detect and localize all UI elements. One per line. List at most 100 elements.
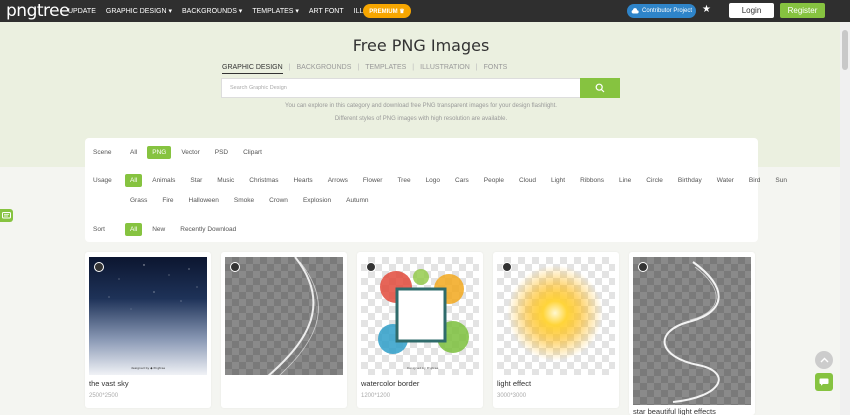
scene-option-all[interactable]: All (125, 146, 142, 159)
search-button[interactable] (580, 78, 620, 98)
tab-graphic-design[interactable]: GRAPHIC DESIGN (222, 64, 283, 74)
usage-option[interactable]: Circle (641, 174, 668, 187)
image-size: 1200*1200 (361, 393, 391, 399)
scrollbar-thumb[interactable] (842, 30, 848, 70)
usage-option[interactable]: Sun (770, 174, 792, 187)
usage-filter-row-2: Grass Fire Halloween Smoke Crown Explosi… (125, 194, 379, 207)
nav-link-graphic-design[interactable]: GRAPHIC DESIGN ▾ (106, 7, 172, 15)
svg-text:designed by ◆ Pngtree: designed by ◆ Pngtree (131, 366, 165, 370)
tab-backgrounds[interactable]: BACKGROUNDS (297, 64, 352, 74)
usage-option[interactable]: Animals (147, 174, 180, 187)
usage-option[interactable]: Arrows (323, 174, 353, 187)
usage-option[interactable]: All (125, 174, 143, 187)
image-thumbnail[interactable] (497, 257, 615, 375)
usage-option[interactable]: Ribbons (575, 174, 609, 187)
scene-label: Scene (93, 149, 112, 156)
nav-link-templates[interactable]: TEMPLATES ▾ (252, 7, 299, 15)
hero-description-1: You can explore in this category and dow… (285, 103, 557, 109)
tab-illustration[interactable]: ILLUSTRATION (420, 64, 470, 74)
usage-option[interactable]: Bird (744, 174, 766, 187)
usage-option[interactable]: Light (546, 174, 570, 187)
image-card[interactable]: light effect 3000*3000 (493, 252, 619, 408)
chat-icon (819, 378, 829, 386)
usage-option[interactable]: Cars (450, 174, 474, 187)
login-button[interactable]: Login (729, 3, 774, 18)
image-thumbnail[interactable]: designed by ◆ Pngtree (89, 257, 207, 375)
chevron-up-icon (820, 357, 828, 363)
scene-option-vector[interactable]: Vector (176, 146, 204, 159)
usage-option[interactable]: Flower (358, 174, 388, 187)
search-input[interactable]: Search Graphic Design (221, 78, 581, 98)
usage-option[interactable]: Star (185, 174, 207, 187)
usage-option[interactable]: Music (212, 174, 239, 187)
nav-links: UPDATE GRAPHIC DESIGN ▾ BACKGROUNDS ▾ TE… (68, 0, 403, 22)
usage-option[interactable]: Logo (421, 174, 445, 187)
tab-separator: | (357, 64, 360, 71)
nav-link-backgrounds[interactable]: BACKGROUNDS ▾ (182, 7, 242, 15)
category-tabs: GRAPHIC DESIGN | BACKGROUNDS | TEMPLATES… (222, 64, 507, 74)
scene-filter-row: Scene All PNG Vector PSD Clipart (93, 146, 272, 159)
feedback-button[interactable] (0, 209, 13, 222)
nav-link-art-font[interactable]: ART FONT (309, 8, 344, 15)
image-size: 3000*3000 (497, 393, 527, 399)
contributor-project-button[interactable]: Contributor Project (627, 4, 696, 18)
contact-button[interactable] (815, 373, 833, 391)
watercolor-border-image: Designed by Pngtree (378, 269, 469, 370)
page-scrollbar[interactable] (840, 22, 850, 415)
scene-option-clipart[interactable]: Clipart (238, 146, 267, 159)
usage-option[interactable]: People (479, 174, 509, 187)
light-effect-image (507, 265, 603, 361)
hero-description-2: Different styles of PNG images with high… (334, 116, 508, 122)
usage-option[interactable]: Birthday (673, 174, 707, 187)
sort-option-recently-download[interactable]: Recently Download (175, 223, 241, 236)
image-card[interactable]: Designed by Pngtree watercolor border 12… (357, 252, 483, 408)
image-title[interactable]: the vast sky (89, 379, 129, 388)
scroll-to-top-button[interactable] (815, 351, 833, 369)
tab-fonts[interactable]: FONTS (484, 64, 508, 74)
image-card[interactable] (221, 252, 347, 408)
image-size: 2500*2500 (89, 393, 119, 399)
usage-option[interactable]: Grass (125, 194, 152, 207)
usage-option[interactable]: Crown (264, 194, 293, 207)
nav-link-update[interactable]: UPDATE (68, 8, 96, 15)
copyright-icon (638, 262, 648, 272)
image-thumbnail[interactable]: Designed by Pngtree (361, 257, 479, 375)
usage-option[interactable]: Water (712, 174, 739, 187)
register-button[interactable]: Register (780, 3, 825, 18)
usage-option[interactable]: Halloween (184, 194, 224, 207)
contributor-label: Contributor Project (641, 8, 693, 14)
usage-option[interactable]: Christmas (244, 174, 283, 187)
image-title[interactable]: watercolor border (361, 379, 419, 388)
image-thumbnail[interactable] (633, 257, 751, 405)
pngtree-logo[interactable]: pngtree (6, 1, 70, 21)
sort-option-new[interactable]: New (147, 223, 170, 236)
copyright-icon (502, 262, 512, 272)
page-title: Free PNG Images (352, 36, 490, 55)
usage-option[interactable]: Hearts (289, 174, 318, 187)
scene-option-psd[interactable]: PSD (210, 146, 233, 159)
image-thumbnail[interactable] (225, 257, 343, 375)
svg-text:Designed by Pngtree: Designed by Pngtree (407, 366, 438, 370)
image-title[interactable]: star beautiful light effects (633, 407, 716, 415)
usage-option[interactable]: Line (614, 174, 636, 187)
image-card[interactable]: star beautiful light effects (629, 252, 755, 415)
image-card[interactable]: designed by ◆ Pngtree the vast sky 2500*… (85, 252, 211, 408)
feedback-icon (2, 211, 11, 218)
tab-templates[interactable]: TEMPLATES (365, 64, 406, 74)
usage-option[interactable]: Smoke (229, 194, 259, 207)
starry-sky-image: designed by ◆ Pngtree (100, 264, 198, 370)
sort-label: Sort (93, 226, 105, 233)
usage-option[interactable]: Cloud (514, 174, 541, 187)
sort-option-all[interactable]: All (125, 223, 143, 236)
image-title[interactable]: light effect (497, 379, 531, 388)
tab-separator: | (412, 64, 415, 71)
favorites-star-icon[interactable]: ★ (702, 4, 711, 15)
usage-label: Usage (93, 177, 112, 184)
usage-option[interactable]: Tree (392, 174, 415, 187)
usage-option[interactable]: Fire (157, 194, 178, 207)
usage-option[interactable]: Autumn (341, 194, 373, 207)
premium-button[interactable]: PREMIUM ♛ (363, 4, 411, 18)
usage-option[interactable]: Explosion (298, 194, 336, 207)
filter-panel: Scene All PNG Vector PSD Clipart Usage A… (85, 138, 787, 242)
scene-option-png[interactable]: PNG (147, 146, 172, 159)
